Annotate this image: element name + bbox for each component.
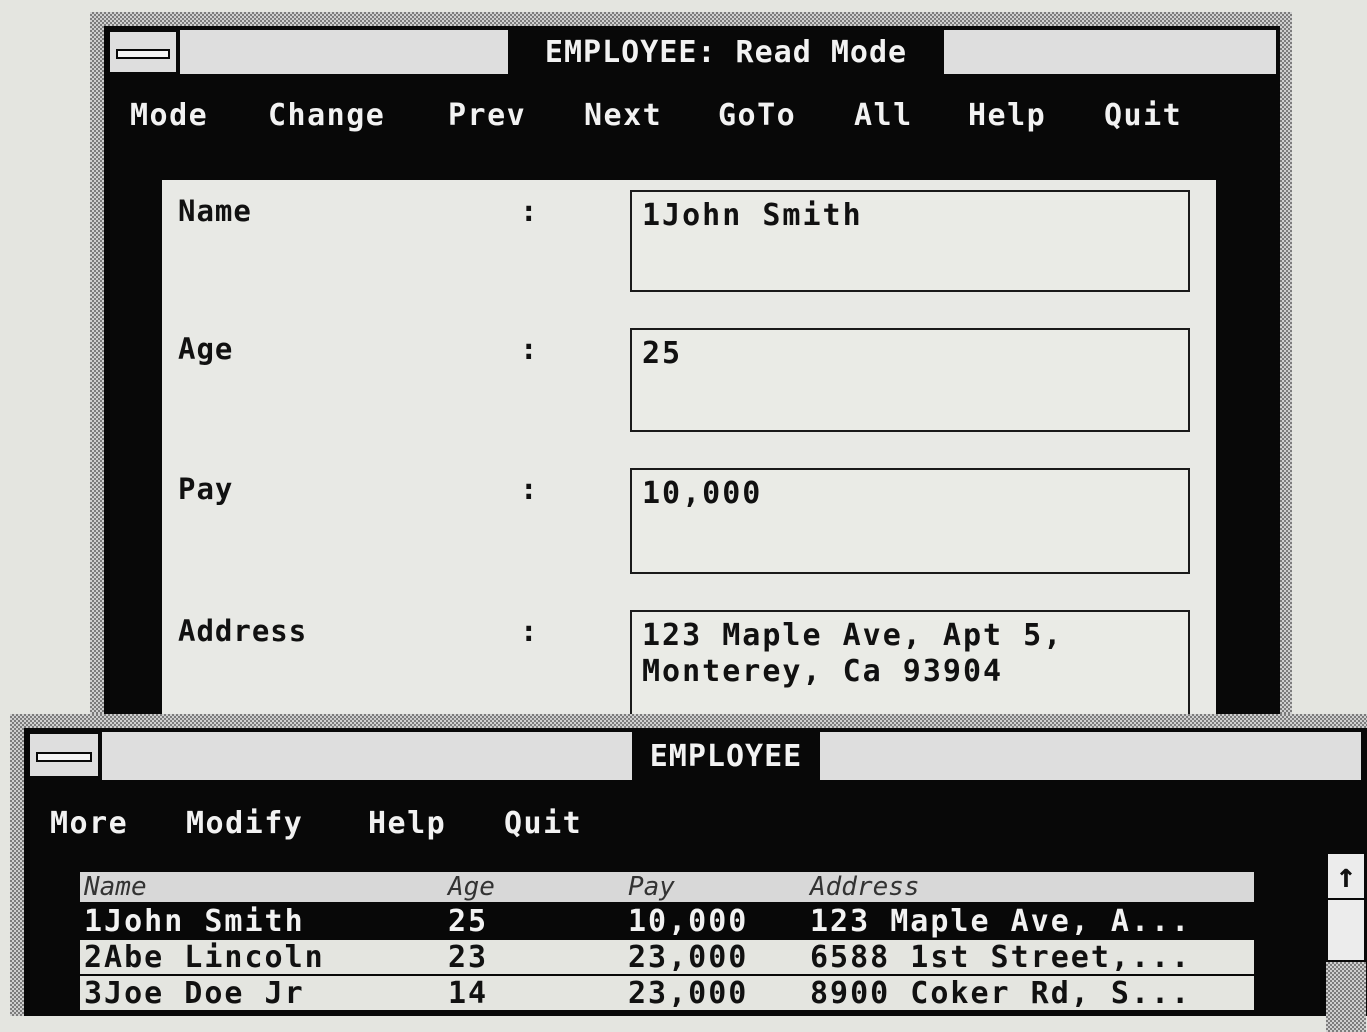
list-window: EMPLOYEE More Modify Help Quit Name Age … — [10, 714, 1367, 1032]
cell-name: 1John Smith — [84, 904, 305, 939]
field-label-pay: Pay — [178, 472, 234, 506]
cell-pay: 10,000 — [628, 904, 749, 939]
table-row-selected[interactable]: 1John Smith 25 10,000 123 Maple Ave, A..… — [80, 904, 1254, 939]
menu-more[interactable]: More — [50, 806, 128, 841]
column-header-pay[interactable]: Pay — [628, 872, 675, 902]
window-title: EMPLOYEE — [634, 728, 818, 784]
field-colon: : — [520, 472, 538, 506]
scroll-thumb[interactable] — [1326, 900, 1366, 962]
address-field[interactable]: 123 Maple Ave, Apt 5, Monterey, Ca 93904 — [630, 610, 1190, 716]
record-window-titlebar: EMPLOYEE: Read Mode — [104, 26, 1280, 78]
list-window-body: EMPLOYEE More Modify Help Quit Name Age … — [24, 728, 1367, 1032]
column-header-name[interactable]: Name — [84, 872, 147, 902]
cell-pay: 23,000 — [628, 976, 749, 1011]
titlebar-fill-right — [820, 732, 1361, 780]
record-form: Name : 1John Smith Age : 25 Pay : 10,000… — [162, 180, 1216, 740]
vertical-scrollbar[interactable]: ↑ — [1326, 852, 1366, 1032]
menu-mode[interactable]: Mode — [130, 98, 208, 133]
window-title: EMPLOYEE: Read Mode — [510, 26, 942, 78]
cell-address: 8900 Coker Rd, S... — [810, 976, 1192, 1011]
age-field[interactable]: 25 — [630, 328, 1190, 432]
system-menu-icon — [116, 49, 170, 59]
field-label-address: Address — [178, 614, 308, 648]
column-header-age[interactable]: Age — [448, 872, 495, 902]
table-row[interactable]: 2Abe Lincoln 23 23,000 6588 1st Street,.… — [80, 940, 1254, 975]
titlebar-fill-left — [180, 30, 508, 74]
field-label-name: Name — [178, 194, 252, 228]
list-header: Name Age Pay Address — [80, 872, 1254, 902]
cell-age: 14 — [448, 976, 489, 1011]
menu-prev[interactable]: Prev — [448, 98, 526, 133]
system-menu-icon — [36, 752, 92, 762]
menu-all[interactable]: All — [854, 98, 913, 133]
cell-age: 23 — [448, 940, 489, 975]
system-menu-button[interactable] — [28, 732, 100, 778]
cell-name: 3Joe Doe Jr — [84, 976, 305, 1011]
table-row[interactable]: 3Joe Doe Jr 14 23,000 8900 Coker Rd, S..… — [80, 976, 1254, 1011]
pay-field[interactable]: 10,000 — [630, 468, 1190, 574]
titlebar-fill-left — [102, 732, 632, 780]
field-label-age: Age — [178, 332, 234, 366]
menu-modify[interactable]: Modify — [186, 806, 303, 841]
menu-quit[interactable]: Quit — [504, 806, 582, 841]
field-colon: : — [520, 332, 538, 366]
employee-list: Name Age Pay Address 1John Smith 25 10,0… — [80, 872, 1254, 1032]
menu-next[interactable]: Next — [584, 98, 662, 133]
cell-age: 25 — [448, 904, 489, 939]
cell-pay: 23,000 — [628, 940, 749, 975]
cell-address: 123 Maple Ave, A... — [810, 904, 1192, 939]
field-colon: : — [520, 194, 538, 228]
field-colon: : — [520, 614, 538, 648]
menu-goto[interactable]: GoTo — [718, 98, 796, 133]
cell-address: 6588 1st Street,... — [810, 940, 1192, 975]
cell-name: 2Abe Lincoln — [84, 940, 325, 975]
scroll-up-button[interactable]: ↑ — [1326, 852, 1366, 900]
list-window-titlebar: EMPLOYEE — [24, 728, 1367, 784]
record-window: EMPLOYEE: Read Mode Mode Change Prev Nex… — [90, 12, 1292, 740]
arrow-up-icon: ↑ — [1335, 856, 1357, 896]
system-menu-button[interactable] — [108, 30, 178, 74]
name-field[interactable]: 1John Smith — [630, 190, 1190, 292]
titlebar-fill-right — [944, 30, 1276, 74]
menu-quit[interactable]: Quit — [1104, 98, 1182, 133]
scroll-track[interactable] — [1326, 962, 1366, 1032]
column-header-address[interactable]: Address — [810, 872, 920, 902]
record-window-body: EMPLOYEE: Read Mode Mode Change Prev Nex… — [104, 26, 1280, 740]
menu-help[interactable]: Help — [368, 806, 446, 841]
menu-help[interactable]: Help — [968, 98, 1046, 133]
menu-change[interactable]: Change — [268, 98, 385, 133]
